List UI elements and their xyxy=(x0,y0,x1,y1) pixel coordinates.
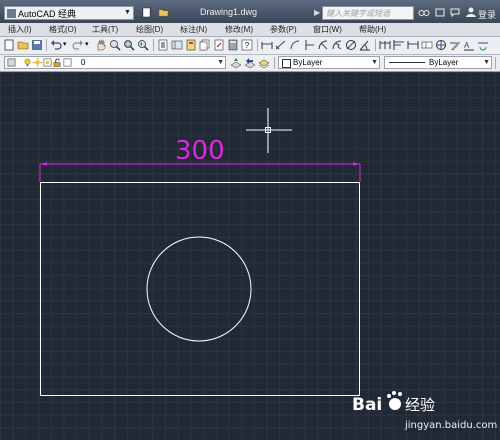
new-file-icon[interactable] xyxy=(141,7,152,18)
toolbar-separator xyxy=(46,39,47,51)
markup-set-icon[interactable] xyxy=(213,39,225,51)
zoom-previous-icon[interactable] xyxy=(137,39,149,51)
communication-center-icon[interactable] xyxy=(449,6,461,18)
dimension-text[interactable]: 300 xyxy=(175,136,225,166)
linetype-dropdown[interactable]: ByLayer ▼ xyxy=(384,56,492,69)
quick-dimension-icon[interactable] xyxy=(379,39,391,51)
layer-dropdown[interactable]: 0 ▼ xyxy=(4,56,226,69)
watermark-url: jingyan.baidu.com xyxy=(405,420,498,431)
color-value: ByLayer xyxy=(293,58,323,67)
save-icon[interactable] xyxy=(31,39,43,51)
lightbulb-on-icon xyxy=(24,58,31,67)
menu-dimension[interactable]: 标注(N) xyxy=(180,24,207,35)
viewport-freeze-icon xyxy=(43,58,52,67)
undo-icon[interactable] xyxy=(50,39,62,51)
jogged-dimension-icon[interactable] xyxy=(331,39,343,51)
diameter-dimension-icon[interactable] xyxy=(345,39,357,51)
toolbar-separator xyxy=(274,57,275,69)
linetype-preview xyxy=(389,62,425,63)
chevron-down-icon[interactable]: ▼ xyxy=(483,57,490,68)
workspace-switcher[interactable]: AutoCAD 经典 ▼ xyxy=(4,6,134,20)
new-icon[interactable] xyxy=(3,39,15,51)
svg-text:?: ? xyxy=(245,41,250,50)
open-icon[interactable] xyxy=(17,39,29,51)
radius-dimension-icon[interactable] xyxy=(317,39,329,51)
zoom-realtime-icon[interactable] xyxy=(109,39,121,51)
sun-thaw-icon xyxy=(33,58,42,67)
design-center-icon[interactable] xyxy=(171,39,183,51)
subscription-center-icon[interactable] xyxy=(434,6,446,18)
current-layer-name: 0 xyxy=(81,58,86,67)
unlock-icon xyxy=(53,58,61,67)
help-icon[interactable]: ? xyxy=(241,39,253,51)
binoculars-search-icon[interactable] xyxy=(418,6,430,18)
ordinate-dimension-icon[interactable] xyxy=(303,39,315,51)
toolbar-separator xyxy=(495,57,496,69)
menu-modify[interactable]: 修改(M) xyxy=(225,24,253,35)
aligned-dimension-icon[interactable] xyxy=(275,39,287,51)
linear-dimension-icon[interactable] xyxy=(261,39,273,51)
document-title: Drawing1.dwg xyxy=(200,7,258,17)
menu-insert[interactable]: 插入(I) xyxy=(8,24,32,35)
dimension-edit-icon[interactable] xyxy=(449,39,461,51)
calculator-icon[interactable] xyxy=(227,39,239,51)
color-dropdown[interactable]: ByLayer ▼ xyxy=(278,56,380,69)
search-expand-icon[interactable]: ▶ xyxy=(314,8,320,17)
menu-bar: 插入(I) 格式(O) 工具(T) 绘图(D) 标注(N) 修改(M) 参数(P… xyxy=(0,23,500,37)
layers-toolbar: 0 ▼ ByLayer ▼ ByLayer ▼ xyxy=(0,55,500,72)
chevron-down-icon[interactable]: ▼ xyxy=(217,57,224,68)
dimension-text-edit-icon[interactable]: A xyxy=(463,39,475,51)
standard-toolbar: ▾ ▾ ? A xyxy=(0,37,500,55)
workspace-label: AutoCAD 经典 xyxy=(18,9,77,19)
chevron-down-icon[interactable]: ▼ xyxy=(122,7,133,19)
menu-window[interactable]: 窗口(W) xyxy=(313,24,342,35)
angular-dimension-icon[interactable] xyxy=(359,39,371,51)
menu-format[interactable]: 格式(O) xyxy=(49,24,77,35)
sheet-set-icon[interactable] xyxy=(199,39,211,51)
drawing-canvas[interactable] xyxy=(0,72,500,440)
menu-parametric[interactable]: 参数(P) xyxy=(270,24,297,35)
search-input[interactable]: 键入关键字或短语 xyxy=(322,6,414,20)
open-file-icon[interactable] xyxy=(158,7,169,18)
autocad-app-icon xyxy=(7,9,16,18)
user-icon[interactable] xyxy=(465,6,477,18)
login-link[interactable]: 登录 xyxy=(478,8,496,21)
pan-hand-icon[interactable] xyxy=(95,39,107,51)
toolbar-separator xyxy=(153,39,154,51)
menu-tools[interactable]: 工具(T) xyxy=(92,24,118,35)
layer-previous-icon[interactable] xyxy=(244,57,256,69)
center-mark-icon[interactable] xyxy=(435,39,447,51)
make-object-layer-current-icon[interactable] xyxy=(230,57,242,69)
chevron-down-icon[interactable]: ▼ xyxy=(371,57,378,68)
redo-icon[interactable] xyxy=(72,39,84,51)
arc-length-icon[interactable] xyxy=(289,39,301,51)
tolerance-icon[interactable] xyxy=(421,39,433,51)
properties-icon[interactable] xyxy=(157,39,169,51)
tool-palettes-icon[interactable] xyxy=(185,39,197,51)
color-swatch xyxy=(282,59,291,68)
linetype-value: ByLayer xyxy=(429,58,459,67)
svg-text:A: A xyxy=(464,41,470,50)
menu-help[interactable]: 帮助(H) xyxy=(359,24,386,35)
toolbar-separator xyxy=(257,39,258,51)
layer-manager-icon xyxy=(7,58,16,67)
title-bar: AutoCAD 经典 ▼ Drawing1.dwg ▶ 键入关键字或短语 登录 xyxy=(0,0,500,23)
baseline-dimension-icon[interactable] xyxy=(393,39,405,51)
zoom-window-icon[interactable] xyxy=(123,39,135,51)
layer-state-icon[interactable] xyxy=(258,57,270,69)
layer-color-swatch-icon xyxy=(63,58,72,67)
menu-draw[interactable]: 绘图(D) xyxy=(136,24,163,35)
toolbar-separator xyxy=(375,39,376,51)
dimension-update-icon[interactable] xyxy=(477,39,489,51)
continue-dimension-icon[interactable] xyxy=(407,39,419,51)
